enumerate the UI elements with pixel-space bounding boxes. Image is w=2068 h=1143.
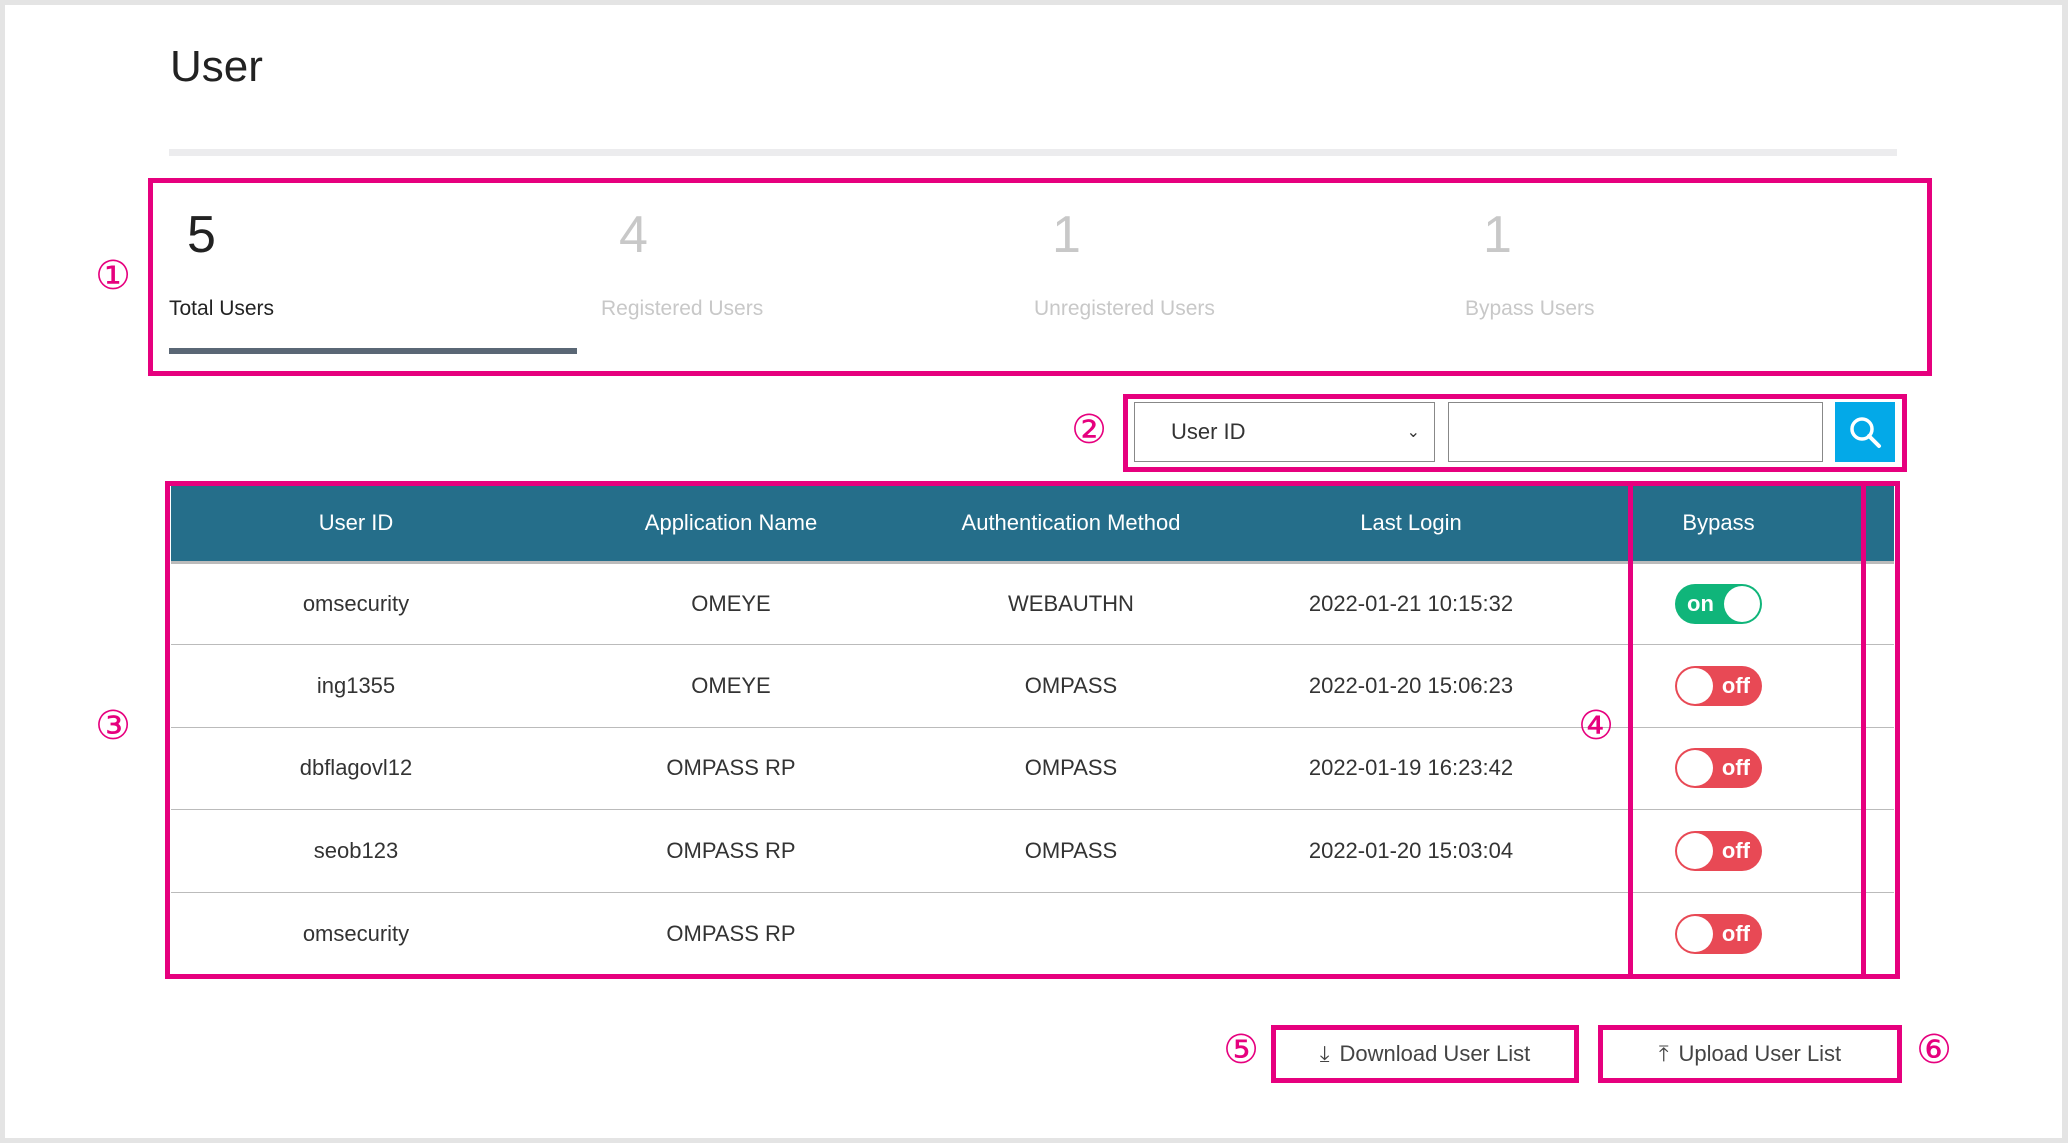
search-field-select[interactable]: User ID ⌄ <box>1134 402 1435 462</box>
cell-authentication-method <box>921 892 1221 975</box>
title-divider <box>169 149 1897 156</box>
active-tab-indicator <box>169 348 577 354</box>
highlight-box-bypass <box>1628 481 1866 979</box>
search-icon <box>1850 417 1881 448</box>
cell-last-login <box>1221 892 1601 975</box>
cell-user-id: dbflagovl12 <box>171 727 541 810</box>
col-authentication-method: Authentication Method <box>921 486 1221 564</box>
page-title: User <box>170 42 263 91</box>
cell-last-login: 2022-01-19 16:23:42 <box>1221 727 1601 810</box>
download-icon: ⤓ <box>1319 1041 1330 1066</box>
stat-label: Bypass Users <box>1465 297 1595 320</box>
cell-user-id: ing1355 <box>171 644 541 728</box>
tab-unregistered-users[interactable]: 1 Unregistered Users <box>1034 205 1215 321</box>
download-user-list-button[interactable]: ⤓ Download User List <box>1276 1031 1574 1077</box>
upload-user-list-button[interactable]: ⤒ Upload User List <box>1603 1031 1897 1077</box>
stat-value: 1 <box>1483 206 1512 264</box>
annotation-5: ⑤ <box>1223 1028 1259 1072</box>
stat-label: Registered Users <box>601 297 764 320</box>
tab-registered-users[interactable]: 4 Registered Users <box>601 205 763 321</box>
annotation-6: ⑥ <box>1916 1028 1952 1072</box>
cell-application-name: OMEYE <box>541 562 921 645</box>
select-value: User ID <box>1171 419 1246 444</box>
cell-authentication-method: OMPASS <box>921 644 1221 728</box>
download-label: Download User List <box>1339 1041 1531 1066</box>
cell-user-id: omsecurity <box>171 562 541 645</box>
search-button[interactable] <box>1835 402 1895 462</box>
cell-user-id: seob123 <box>171 809 541 893</box>
stat-value: 5 <box>187 206 216 264</box>
cell-authentication-method: OMPASS <box>921 727 1221 810</box>
cell-application-name: OMEYE <box>541 644 921 728</box>
annotation-1: ① <box>95 254 131 298</box>
stat-label: Total Users <box>169 297 275 320</box>
cell-application-name: OMPASS RP <box>541 809 921 893</box>
col-last-login: Last Login <box>1221 486 1601 564</box>
upload-icon: ⤒ <box>1658 1041 1669 1066</box>
stat-value: 4 <box>619 206 648 264</box>
stat-label: Unregistered Users <box>1034 297 1215 320</box>
cell-last-login: 2022-01-21 10:15:32 <box>1221 562 1601 645</box>
annotation-4: ④ <box>1578 704 1614 748</box>
col-application-name: Application Name <box>541 486 921 564</box>
cell-authentication-method: WEBAUTHN <box>921 562 1221 645</box>
cell-application-name: OMPASS RP <box>541 727 921 810</box>
cell-application-name: OMPASS RP <box>666 920 796 946</box>
chevron-down-icon: ⌄ <box>1406 424 1420 441</box>
cell-authentication-method: OMPASS <box>921 809 1221 893</box>
col-user-id: User ID <box>171 486 541 564</box>
upload-label: Upload User List <box>1678 1041 1842 1066</box>
annotation-2: ② <box>1071 408 1107 452</box>
cell-user-id: omsecurity <box>302 920 410 946</box>
cell-last-login: 2022-01-20 15:06:23 <box>1221 644 1601 728</box>
annotation-3: ③ <box>95 704 131 748</box>
search-input[interactable] <box>1448 402 1823 462</box>
tab-bypass-users[interactable]: 1 Bypass Users <box>1465 205 1595 321</box>
stat-value: 1 <box>1052 206 1081 264</box>
cell-last-login: 2022-01-20 15:03:04 <box>1221 809 1601 893</box>
tab-total-users[interactable]: 5 Total Users <box>169 205 274 321</box>
